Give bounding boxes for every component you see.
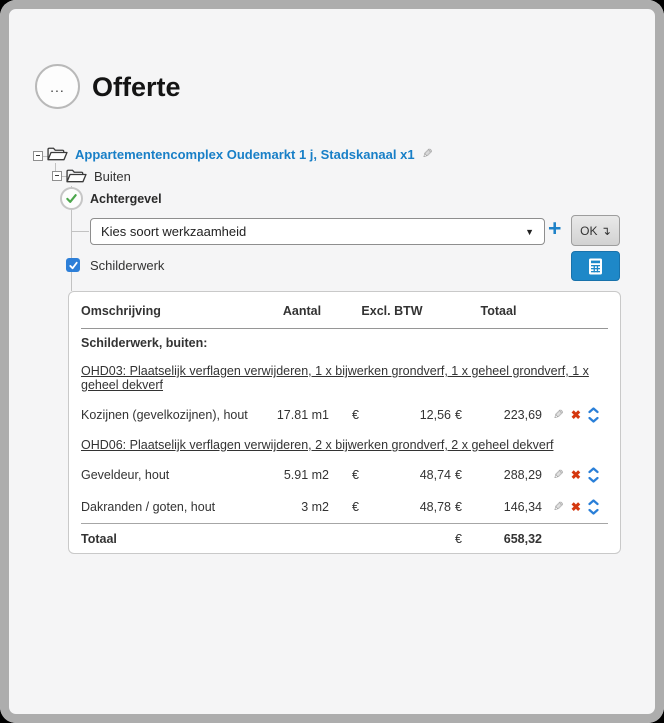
chevron-down-icon: ▼	[525, 219, 534, 245]
check-icon	[64, 191, 79, 206]
col-omschrijving: Omschrijving	[81, 292, 273, 329]
col-aantal: Aantal	[273, 292, 331, 329]
page-title: Offerte	[92, 72, 181, 103]
item-description: Geveldeur, hout	[81, 459, 273, 491]
group-code-line: OHD03: Plaatselijk verflagen verwijderen…	[81, 364, 589, 392]
group-header-row: OHD03: Plaatselijk verflagen verwijderen…	[81, 357, 608, 399]
avatar-dots: ...	[50, 79, 65, 95]
item-total: 146,34	[467, 491, 544, 524]
add-work-type-button[interactable]: +	[548, 213, 561, 243]
section-title: Schilderwerk, buiten:	[81, 329, 608, 358]
currency-symbol: €	[331, 399, 361, 431]
delete-item-icon[interactable]: ✖	[571, 500, 581, 514]
item-excl-btw: 48,74	[361, 459, 453, 491]
edit-item-icon[interactable]: ✎	[553, 407, 564, 423]
edit-item-icon[interactable]: ✎	[553, 499, 564, 515]
avatar[interactable]: ...	[35, 64, 80, 109]
calculator-button[interactable]	[571, 251, 620, 281]
section-complete-icon[interactable]	[60, 187, 83, 210]
col-excl-btw: Excl. BTW	[331, 292, 453, 329]
currency-symbol: €	[453, 491, 467, 524]
edit-item-icon[interactable]: ✎	[553, 467, 564, 483]
ok-button[interactable]: OK ↴	[571, 215, 620, 246]
check-icon	[68, 260, 79, 271]
footer-label: Totaal	[81, 524, 273, 554]
tree-collapse-project[interactable]	[33, 151, 43, 161]
folder-label[interactable]: Buiten	[94, 169, 131, 184]
tree-node-project: Appartementencomplex Oudemarkt 1 j, Stad…	[47, 146, 432, 162]
group-header-row: OHD06: Plaatselijk verflagen verwijderen…	[81, 431, 608, 459]
tree-node-buiten: Buiten	[66, 168, 131, 184]
group-code-line: OHD06: Plaatselijk verflagen verwijderen…	[81, 438, 553, 452]
currency-symbol: €	[331, 459, 361, 491]
schilderwerk-checkbox[interactable]	[66, 258, 80, 272]
work-items-panel: Omschrijving Aantal Excl. BTW Totaal Sch…	[68, 291, 621, 554]
table-footer-row: Totaal € 658,32	[81, 524, 608, 554]
item-excl-btw: 12,56	[361, 399, 453, 431]
col-actions	[544, 292, 608, 329]
item-quantity: 3 m2	[273, 491, 331, 524]
schilderwerk-checkbox-label[interactable]: Schilderwerk	[90, 258, 164, 273]
calculator-icon	[587, 258, 604, 275]
table-row: Dakranden / goten, hout 3 m2 € 48,78 € 1…	[81, 491, 608, 524]
project-link[interactable]: Appartementencomplex Oudemarkt 1 j, Stad…	[75, 147, 415, 162]
move-item-icon[interactable]	[588, 499, 599, 515]
footer-total: 658,32	[467, 524, 544, 554]
open-folder-icon	[66, 168, 87, 184]
table-header-row: Omschrijving Aantal Excl. BTW Totaal	[81, 292, 608, 329]
work-type-select-value: Kies soort werkzaamheid	[101, 224, 246, 239]
table-section-row: Schilderwerk, buiten:	[81, 329, 608, 358]
item-total: 288,29	[467, 459, 544, 491]
item-description: Kozijnen (gevelkozijnen), hout	[81, 399, 273, 431]
item-quantity: 5.91 m2	[273, 459, 331, 491]
tree-collapse-buiten[interactable]	[52, 171, 62, 181]
work-items-table: Omschrijving Aantal Excl. BTW Totaal Sch…	[81, 292, 608, 553]
currency-symbol: €	[453, 524, 467, 554]
move-item-icon[interactable]	[588, 407, 599, 423]
tree-node-achtergevel: Achtergevel	[90, 192, 162, 206]
app-window: ... Offerte Appartementencomplex Oudemar…	[0, 0, 664, 723]
section-label[interactable]: Achtergevel	[90, 192, 162, 206]
col-totaal: Totaal	[453, 292, 544, 329]
table-row: Geveldeur, hout 5.91 m2 € 48,74 € 288,29…	[81, 459, 608, 491]
item-description: Dakranden / goten, hout	[81, 491, 273, 524]
work-type-select[interactable]: Kies soort werkzaamheid ▼	[90, 218, 545, 245]
table-row: Kozijnen (gevelkozijnen), hout 17.81 m1 …	[81, 399, 608, 431]
move-item-icon[interactable]	[588, 467, 599, 483]
currency-symbol: €	[453, 399, 467, 431]
delete-item-icon[interactable]: ✖	[571, 468, 581, 482]
currency-symbol: €	[331, 491, 361, 524]
open-folder-icon	[47, 146, 68, 162]
edit-project-icon[interactable]: ✎	[422, 146, 433, 162]
currency-symbol: €	[453, 459, 467, 491]
item-total: 223,69	[467, 399, 544, 431]
item-quantity: 17.81 m1	[273, 399, 331, 431]
item-excl-btw: 48,78	[361, 491, 453, 524]
tree-connector	[72, 231, 89, 232]
delete-item-icon[interactable]: ✖	[571, 408, 581, 422]
